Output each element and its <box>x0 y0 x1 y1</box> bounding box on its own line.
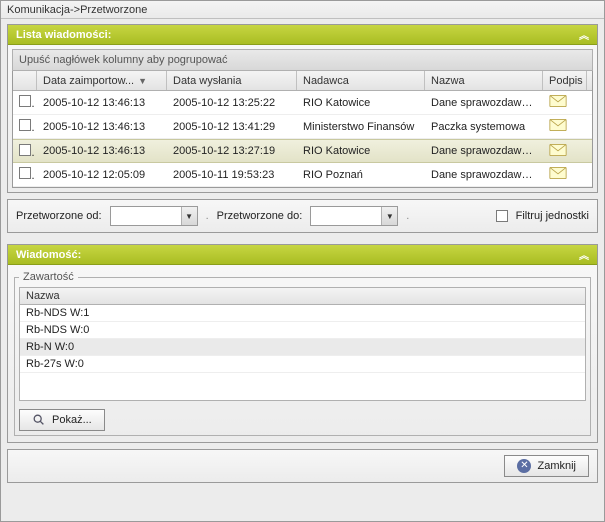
cell-sender: Ministerstwo Finansów <box>297 121 425 133</box>
separator-dot: . <box>406 210 409 222</box>
sort-desc-icon: ▼ <box>138 76 147 86</box>
show-button[interactable]: Pokaż... <box>19 409 105 431</box>
envelope-icon <box>549 147 567 159</box>
column-imported[interactable]: Data zaimportow... ▼ <box>37 71 167 90</box>
row-checkbox[interactable] <box>19 119 31 131</box>
grid-body: 2005-10-12 13:46:132005-10-12 13:25:22RI… <box>13 91 592 187</box>
cell-name: Dane sprawozdawcze <box>425 145 543 157</box>
filter-from-label: Przetworzone od: <box>16 210 102 222</box>
cell-sent: 2005-10-11 19:53:23 <box>167 169 297 181</box>
filter-bar: Przetworzone od: ▼ . Przetworzone do: ▼ … <box>7 199 598 233</box>
envelope-icon <box>549 122 567 134</box>
cell-sender: RIO Katowice <box>297 97 425 109</box>
cell-signature <box>543 119 587 134</box>
list-item[interactable]: Rb-27s W:0 <box>20 356 585 373</box>
cell-imported: 2005-10-12 13:46:13 <box>37 145 167 157</box>
cell-sender: RIO Poznań <box>297 169 425 181</box>
list-item[interactable]: Rb-NDS W:1 <box>20 305 585 322</box>
envelope-icon <box>549 170 567 182</box>
breadcrumb: Komunikacja->Przetworzone <box>1 1 604 19</box>
column-signature[interactable]: Podpis <box>543 71 587 90</box>
close-button[interactable]: ✕ Zamknij <box>504 455 589 477</box>
contents-legend: Zawartość <box>19 271 78 283</box>
message-list-header[interactable]: Lista wiadomości: ︽ <box>8 25 597 45</box>
magnifier-icon <box>32 413 46 427</box>
list-item[interactable]: Rb-NDS W:0 <box>20 322 585 339</box>
table-row[interactable]: 2005-10-12 12:05:092005-10-11 19:53:23RI… <box>13 163 592 187</box>
cell-imported: 2005-10-12 13:46:13 <box>37 97 167 109</box>
filter-to-field[interactable] <box>311 207 381 225</box>
cell-name: Dane sprawozdawcze <box>425 169 543 181</box>
chevron-up-icon[interactable]: ︽ <box>579 27 589 42</box>
cell-sent: 2005-10-12 13:27:19 <box>167 145 297 157</box>
list-item[interactable]: Rb-N W:0 <box>20 339 585 356</box>
cell-name: Dane sprawozdawcze <box>425 97 543 109</box>
envelope-icon <box>549 98 567 110</box>
column-name[interactable]: Nazwa <box>425 71 543 90</box>
column-checkbox[interactable] <box>13 71 37 90</box>
grid-header: Data zaimportow... ▼ Data wysłania Nadaw… <box>13 71 592 91</box>
filter-from-input[interactable]: ▼ <box>110 206 198 226</box>
row-checkbox[interactable] <box>19 144 31 156</box>
messages-grid: Data zaimportow... ▼ Data wysłania Nadaw… <box>12 71 593 188</box>
dialog-footer: ✕ Zamknij <box>7 449 598 483</box>
group-by-hint[interactable]: Upuść nagłówek kolumny aby pogrupować <box>12 49 593 71</box>
close-icon: ✕ <box>517 459 531 473</box>
contents-list[interactable]: Rb-NDS W:1Rb-NDS W:0Rb-N W:0Rb-27s W:0 <box>19 305 586 401</box>
message-panel: Wiadomość: ︽ Zawartość Nazwa Rb-NDS W:1R… <box>7 244 598 443</box>
table-row[interactable]: 2005-10-12 13:46:132005-10-12 13:41:29Mi… <box>13 115 592 139</box>
cell-imported: 2005-10-12 13:46:13 <box>37 121 167 133</box>
filter-units-label: Filtruj jednostki <box>516 210 589 222</box>
cell-imported: 2005-10-12 12:05:09 <box>37 169 167 181</box>
message-panel-header[interactable]: Wiadomość: ︽ <box>8 245 597 265</box>
cell-sent: 2005-10-12 13:25:22 <box>167 97 297 109</box>
table-row[interactable]: 2005-10-12 13:46:132005-10-12 13:27:19RI… <box>13 139 592 163</box>
cell-sender: RIO Katowice <box>297 145 425 157</box>
column-sent[interactable]: Data wysłania <box>167 71 297 90</box>
table-row[interactable]: 2005-10-12 13:46:132005-10-12 13:25:22RI… <box>13 91 592 115</box>
filter-from-field[interactable] <box>111 207 181 225</box>
close-button-label: Zamknij <box>537 460 576 472</box>
cell-signature <box>543 167 587 182</box>
message-panel-title: Wiadomość: <box>16 249 81 261</box>
cell-signature <box>543 144 587 159</box>
filter-to-label: Przetworzone do: <box>217 210 303 222</box>
cell-name: Paczka systemowa <box>425 121 543 133</box>
separator-dot: . <box>206 210 209 222</box>
chevron-up-icon[interactable]: ︽ <box>579 247 589 262</box>
dropdown-icon[interactable]: ▼ <box>381 207 397 225</box>
dropdown-icon[interactable]: ▼ <box>181 207 197 225</box>
contents-column-name[interactable]: Nazwa <box>19 287 586 305</box>
column-imported-label: Data zaimportow... <box>43 75 134 87</box>
contents-fieldset: Zawartość Nazwa Rb-NDS W:1Rb-NDS W:0Rb-N… <box>14 271 591 436</box>
column-sender[interactable]: Nadawca <box>297 71 425 90</box>
message-list-title: Lista wiadomości: <box>16 29 111 41</box>
cell-sent: 2005-10-12 13:41:29 <box>167 121 297 133</box>
filter-to-input[interactable]: ▼ <box>310 206 398 226</box>
row-checkbox[interactable] <box>19 95 31 107</box>
window: Komunikacja->Przetworzone Lista wiadomoś… <box>0 0 605 522</box>
show-button-label: Pokaż... <box>52 414 92 426</box>
row-checkbox[interactable] <box>19 167 31 179</box>
filter-units-checkbox[interactable] <box>496 210 508 222</box>
message-list-panel: Lista wiadomości: ︽ Upuść nagłówek kolum… <box>7 24 598 193</box>
cell-signature <box>543 95 587 110</box>
